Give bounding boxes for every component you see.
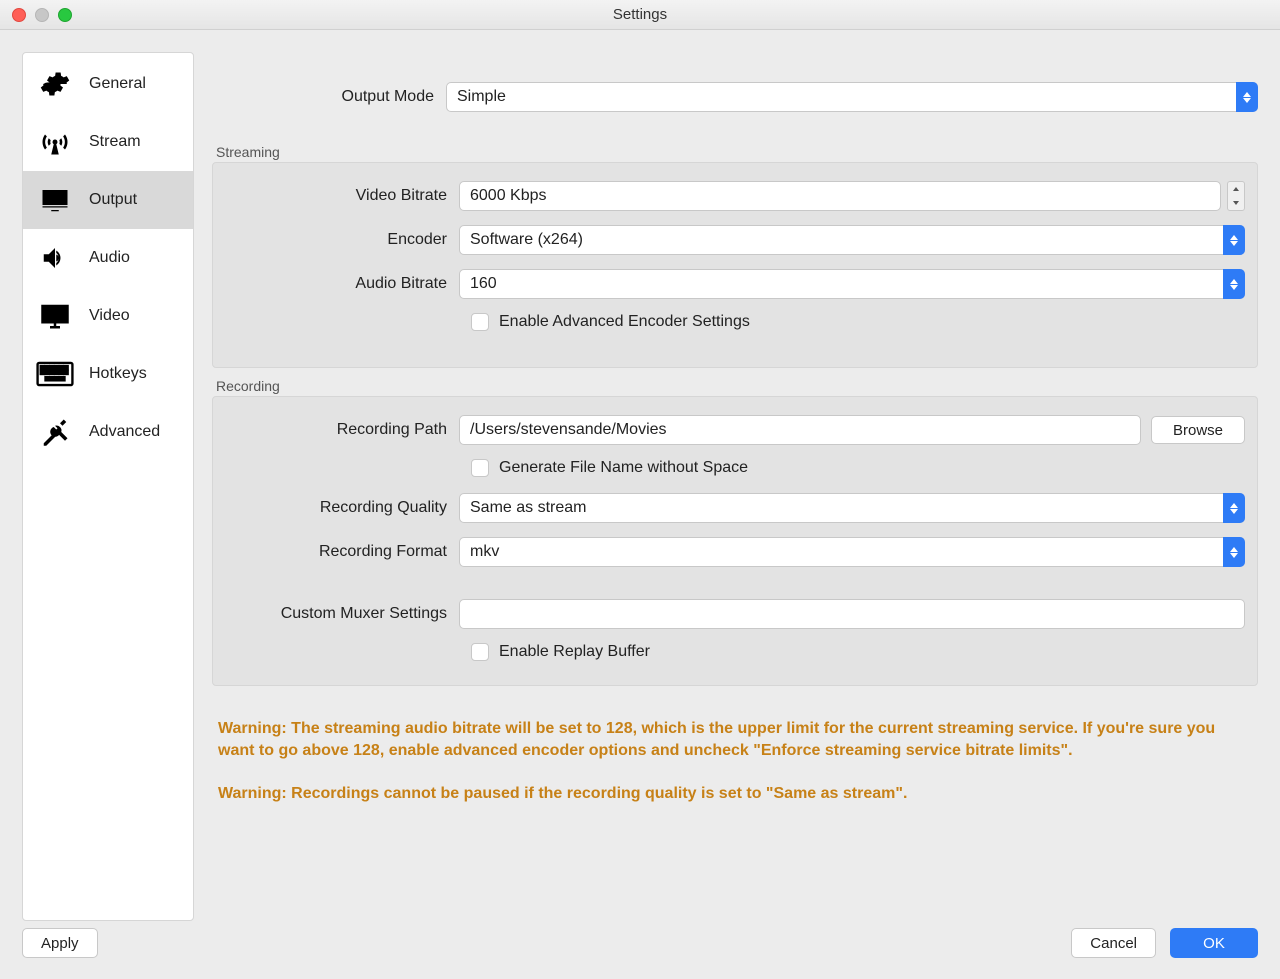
recording-path-input[interactable]: /Users/stevensande/Movies xyxy=(459,415,1141,445)
sidebar-item-general[interactable]: General xyxy=(23,55,193,113)
settings-sidebar: General Stream Output Audio Video xyxy=(22,52,194,921)
browse-button[interactable]: Browse xyxy=(1151,416,1245,444)
enable-replay-buffer-label: Enable Replay Buffer xyxy=(499,643,650,661)
sidebar-item-video[interactable]: Video xyxy=(23,287,193,345)
dropdown-arrows-icon xyxy=(1223,537,1245,567)
sidebar-item-hotkeys[interactable]: Hotkeys xyxy=(23,345,193,403)
output-mode-label: Output Mode xyxy=(212,88,446,106)
recording-quality-select[interactable]: Same as stream xyxy=(459,493,1245,523)
tools-icon xyxy=(35,417,75,447)
custom-muxer-label: Custom Muxer Settings xyxy=(225,605,459,623)
audio-bitrate-select[interactable]: 160 xyxy=(459,269,1245,299)
streaming-section: Video Bitrate 6000 Kbps Encoder Software… xyxy=(212,162,1258,368)
video-bitrate-input[interactable]: 6000 Kbps xyxy=(459,181,1221,211)
apply-button[interactable]: Apply xyxy=(22,928,98,958)
sidebar-item-label: Stream xyxy=(89,133,141,151)
streaming-section-label: Streaming xyxy=(216,144,1258,160)
sidebar-item-output[interactable]: Output xyxy=(23,171,193,229)
audio-bitrate-label: Audio Bitrate xyxy=(225,275,459,293)
sidebar-item-stream[interactable]: Stream xyxy=(23,113,193,171)
dropdown-arrows-icon xyxy=(1236,82,1258,112)
video-bitrate-stepper[interactable] xyxy=(1227,181,1245,211)
enable-advanced-encoder-label: Enable Advanced Encoder Settings xyxy=(499,313,750,331)
ok-button[interactable]: OK xyxy=(1170,928,1258,958)
recording-section-label: Recording xyxy=(216,378,1258,394)
sidebar-item-label: Audio xyxy=(89,249,130,267)
warnings-area: Warning: The streaming audio bitrate wil… xyxy=(212,718,1258,825)
zoom-window-button[interactable] xyxy=(58,8,72,22)
warning-recording-pause: Warning: Recordings cannot be paused if … xyxy=(218,783,1252,805)
output-mode-value: Simple xyxy=(457,88,506,106)
sidebar-item-label: Video xyxy=(89,307,130,325)
speaker-icon xyxy=(35,243,75,273)
encoder-label: Encoder xyxy=(225,231,459,249)
sidebar-item-label: Advanced xyxy=(89,423,160,441)
dialog-footer: Apply Cancel OK xyxy=(0,921,1280,979)
dropdown-arrows-icon xyxy=(1223,269,1245,299)
monitor-icon xyxy=(35,301,75,331)
settings-panel-output: Output Mode Simple Streaming Video Bitra… xyxy=(212,52,1258,921)
video-bitrate-label: Video Bitrate xyxy=(225,187,459,205)
keyboard-icon xyxy=(35,359,75,389)
recording-format-label: Recording Format xyxy=(225,543,459,561)
close-window-button[interactable] xyxy=(12,8,26,22)
recording-quality-label: Recording Quality xyxy=(225,499,459,517)
sidebar-item-audio[interactable]: Audio xyxy=(23,229,193,287)
enable-advanced-encoder-checkbox[interactable] xyxy=(471,313,489,331)
titlebar: Settings xyxy=(0,0,1280,30)
traffic-lights xyxy=(0,8,72,22)
recording-format-select[interactable]: mkv xyxy=(459,537,1245,567)
window-title: Settings xyxy=(0,6,1280,23)
dropdown-arrows-icon xyxy=(1223,225,1245,255)
antenna-icon xyxy=(35,127,75,157)
recording-section: Recording Path /Users/stevensande/Movies… xyxy=(212,396,1258,686)
encoder-select[interactable]: Software (x264) xyxy=(459,225,1245,255)
sidebar-item-advanced[interactable]: Advanced xyxy=(23,403,193,461)
filename-no-space-checkbox[interactable] xyxy=(471,459,489,477)
enable-replay-buffer-checkbox[interactable] xyxy=(471,643,489,661)
minimize-window-button[interactable] xyxy=(35,8,49,22)
recording-path-label: Recording Path xyxy=(225,421,459,439)
filename-no-space-label: Generate File Name without Space xyxy=(499,459,748,477)
warning-audio-bitrate: Warning: The streaming audio bitrate wil… xyxy=(218,718,1252,763)
cancel-button[interactable]: Cancel xyxy=(1071,928,1156,958)
dropdown-arrows-icon xyxy=(1223,493,1245,523)
sidebar-item-label: Output xyxy=(89,191,137,209)
output-mode-select[interactable]: Simple xyxy=(446,82,1258,112)
monitor-arrow-icon xyxy=(35,185,75,215)
gear-icon xyxy=(35,69,75,99)
custom-muxer-input[interactable] xyxy=(459,599,1245,629)
sidebar-item-label: Hotkeys xyxy=(89,365,147,383)
sidebar-item-label: General xyxy=(89,75,146,93)
